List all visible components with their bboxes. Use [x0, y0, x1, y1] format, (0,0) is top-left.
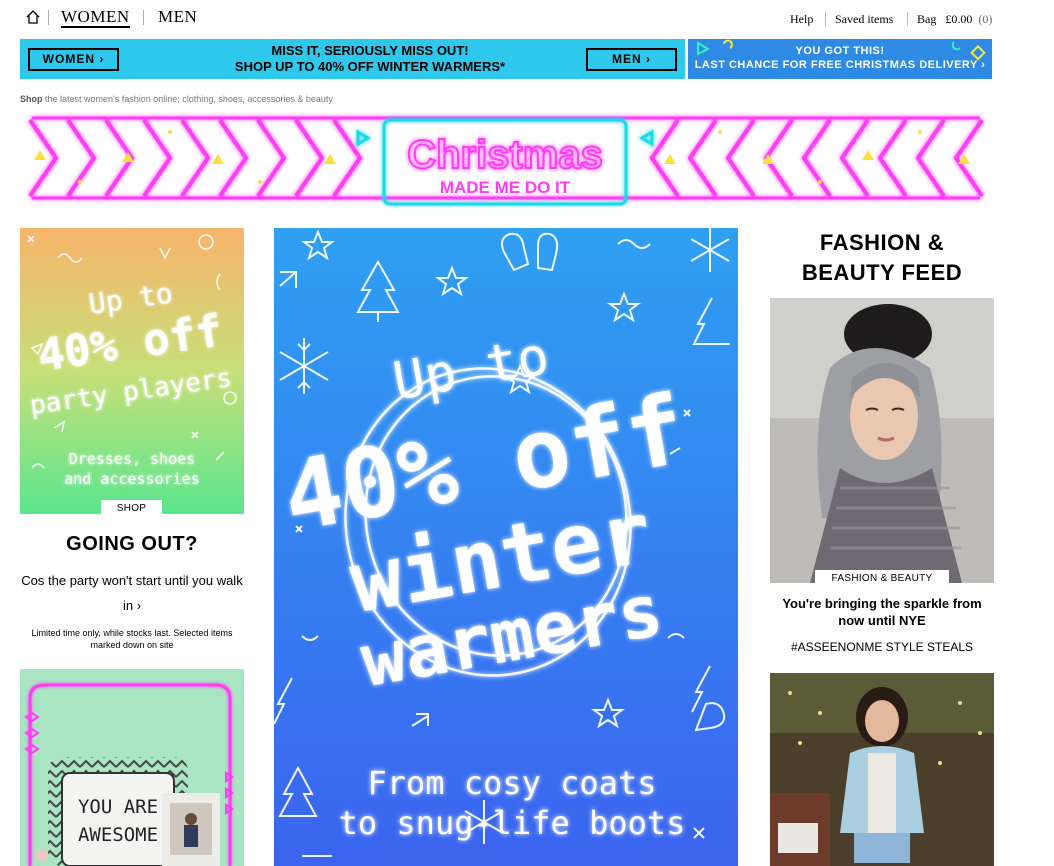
promo-men-button[interactable]: MEN › — [586, 48, 677, 71]
utility-divider — [907, 12, 908, 26]
christmas-banner-subtitle: MADE ME DO IT — [440, 178, 571, 197]
feed-caption-link[interactable]: You're bringing the sparkle from now unt… — [770, 595, 994, 629]
hero-sub-1: From cosy coats — [368, 764, 657, 802]
going-out-link[interactable]: Cos the party won't start until you walk… — [20, 568, 244, 618]
pillow-graphic: YOU ARE AWESOME — [24, 683, 234, 866]
hero-sub-2: to snug-life boots — [339, 804, 686, 842]
promo-headline-line2: SHOP UP TO 40% OFF WINTER WARMERS* — [234, 59, 506, 74]
utility-divider — [825, 12, 826, 26]
shop-intro-text: Shop the latest women's fashion online; … — [20, 94, 333, 104]
going-out-heading: GOING OUT? — [66, 533, 198, 555]
bag-total: £0.00 — [945, 12, 973, 26]
feed-category-tag[interactable]: FASHION & BEAUTY — [815, 570, 949, 587]
help-link[interactable]: Help — [790, 12, 813, 27]
party-shop-button[interactable]: SHOP — [101, 500, 162, 517]
nav-men-link[interactable]: MEN — [158, 7, 197, 26]
party-sub-2: and accessories — [64, 470, 199, 488]
feed-hashtag[interactable]: #ASSEENONME STYLE STEALS — [770, 640, 994, 654]
christmas-banner-graphic: Christmas MADE ME DO IT — [28, 116, 984, 206]
delivery-banner[interactable]: YOU GOT THIS! LAST CHANCE FOR FREE CHRIS… — [688, 39, 992, 79]
party-players-graphic: Up to 40% off party players Dresses, sho… — [27, 234, 237, 488]
pillow-line-1: YOU ARE — [78, 796, 158, 818]
party-players-tile[interactable]: Up to 40% off party players Dresses, sho… — [20, 228, 244, 514]
bag-count: (0) — [978, 12, 993, 26]
nav-women-link[interactable]: WOMEN — [61, 7, 130, 28]
feed-heading-line1: FASHION & — [819, 230, 945, 255]
feed-heading-line2: BEAUTY FEED — [801, 260, 963, 285]
promo-headline-line1: MISS IT, SERIOUSLY MISS OUT! — [271, 43, 469, 58]
pillow-line-2: AWESOME — [78, 824, 158, 846]
feed-photo-portrait[interactable] — [770, 298, 994, 583]
bag-link[interactable]: Bag £0.00 (0) — [917, 12, 992, 27]
shop-intro-rest: the latest women's fashion online; cloth… — [42, 94, 333, 104]
delivery-banner-text: YOU GOT THIS! LAST CHANCE FOR FREE CHRIS… — [688, 44, 992, 72]
nav-divider — [48, 10, 49, 25]
portrait-illustration — [770, 298, 994, 583]
winter-warmers-hero[interactable]: Up to 40% off winter warmers From cosy c… — [274, 228, 738, 866]
shop-intro-bold: Shop — [20, 94, 43, 104]
bag-label: Bag — [917, 12, 937, 26]
pillow-tile[interactable]: YOU ARE AWESOME — [20, 669, 244, 866]
going-out-small-print: Limited time only, while stocks last. Se… — [31, 628, 233, 650]
promo-women-button[interactable]: WOMEN › — [28, 48, 119, 71]
saved-items-link[interactable]: Saved items — [835, 12, 893, 27]
winter-warmers-graphic: Up to 40% off winter warmers From cosy c… — [274, 228, 730, 857]
christmas-banner-title: Christmas — [407, 133, 603, 177]
nav-divider — [143, 10, 144, 25]
feed-heading: FASHION & BEAUTY FEED — [770, 228, 994, 288]
promo-headline: MISS IT, SERIOUSLY MISS OUT! SHOP UP TO … — [150, 43, 590, 75]
delivery-line2: LAST CHANCE FOR FREE CHRISTMAS DELIVERY … — [694, 59, 986, 71]
feed-photo-event[interactable] — [770, 673, 994, 866]
top-nav: WOMEN MEN Help Saved items Bag £0.00 (0) — [0, 0, 1054, 38]
promo-banner[interactable]: WOMEN › MISS IT, SERIOUSLY MISS OUT! SHO… — [20, 39, 685, 79]
home-icon[interactable] — [25, 9, 41, 25]
event-illustration — [770, 673, 994, 866]
party-sub-1: Dresses, shoes — [69, 450, 195, 468]
delivery-line1: YOU GOT THIS! — [795, 45, 885, 57]
christmas-banner[interactable]: Christmas MADE ME DO IT — [20, 110, 992, 207]
